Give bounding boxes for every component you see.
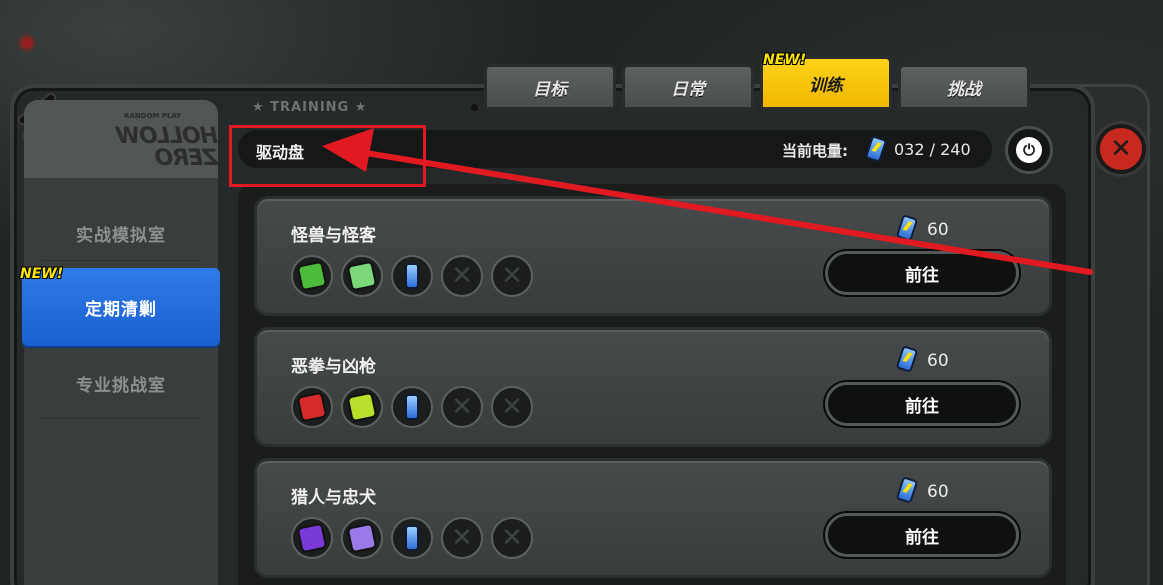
drive-disc-icon — [296, 391, 328, 423]
new-badge: NEW! — [20, 266, 64, 282]
reward-slot[interactable] — [391, 386, 433, 428]
empty-slot-icon: ✕ — [501, 261, 523, 291]
tab-goals[interactable]: 目标 — [484, 64, 616, 110]
energy-label: 当前电量: — [782, 142, 848, 160]
empty-slot-icon: ✕ — [501, 523, 523, 553]
reward-slot[interactable] — [391, 517, 433, 559]
close-icon: ✕ — [1110, 134, 1132, 164]
logo-subtitle: RANDOM PLAY — [124, 112, 182, 120]
go-button-label: 前往 — [905, 265, 939, 286]
tab-label: 训练 — [809, 75, 843, 96]
sidebar-item-label: 定期清剿 — [85, 299, 157, 320]
battery-icon — [895, 214, 919, 242]
battery-icon — [405, 263, 419, 289]
power-icon: ⏻ — [1016, 137, 1042, 163]
battery-icon — [405, 525, 419, 551]
battery-icon — [405, 394, 419, 420]
stage-cost: 60 — [927, 351, 949, 371]
empty-slot-icon: ✕ — [451, 523, 473, 553]
sidebar: RANDOM PLAY HOLLOW ZERO 实战模拟室 定期清剿 专业挑战室 — [22, 100, 220, 585]
stage-card: 猎人与忠犬 60 ✕ ✕ 前往 — [254, 458, 1052, 578]
reward-slot[interactable] — [291, 255, 333, 297]
decor-dot — [471, 104, 478, 111]
go-button-label: 前往 — [905, 527, 939, 548]
highlight-box — [229, 125, 426, 187]
reward-slot[interactable] — [291, 517, 333, 559]
sidebar-item-expert-challenge[interactable]: 专业挑战室 — [24, 344, 218, 422]
drive-disc-icon — [296, 522, 328, 554]
stage-card: 恶拳与凶枪 60 ✕ ✕ 前往 — [254, 327, 1052, 447]
empty-slot-icon: ✕ — [451, 392, 473, 422]
empty-slot-icon: ✕ — [451, 261, 473, 291]
reward-slot[interactable] — [341, 255, 383, 297]
close-button[interactable]: ✕ — [1096, 124, 1146, 174]
go-button[interactable]: 前往 — [825, 251, 1019, 295]
tab-label: 挑战 — [947, 79, 981, 100]
battery-icon — [895, 345, 919, 373]
drive-disc-icon — [346, 522, 378, 554]
tab-label: 目标 — [533, 79, 567, 100]
tab-daily[interactable]: 日常 — [622, 64, 754, 110]
power-button[interactable]: ⏻ — [1005, 126, 1053, 174]
drive-disc-icon — [346, 260, 378, 292]
stage-cost: 60 — [927, 220, 949, 240]
reward-slot-empty: ✕ — [441, 517, 483, 559]
reward-slot-empty: ✕ — [441, 386, 483, 428]
drive-disc-icon — [296, 260, 328, 292]
new-badge: NEW! — [763, 52, 807, 68]
stage-title: 猎人与忠犬 — [291, 488, 376, 508]
logo-title: HOLLOW ZERO — [116, 124, 218, 171]
reward-slot-empty: ✕ — [491, 255, 533, 297]
stage-cost: 60 — [927, 482, 949, 502]
reward-slot[interactable] — [341, 517, 383, 559]
reward-slot-empty: ✕ — [491, 386, 533, 428]
tab-label: 日常 — [671, 79, 705, 100]
section-label: ★ TRAINING ★ — [252, 100, 368, 115]
empty-slot-icon: ✕ — [501, 392, 523, 422]
drive-disc-icon — [346, 391, 378, 423]
sidebar-item-label: 实战模拟室 — [76, 225, 166, 246]
sidebar-logo: RANDOM PLAY HOLLOW ZERO — [24, 100, 218, 178]
stage-title: 怪兽与怪客 — [291, 226, 376, 246]
reward-slot[interactable] — [291, 386, 333, 428]
battery-icon — [895, 476, 919, 504]
background-blur-dot — [20, 36, 34, 50]
sidebar-item-label: 专业挑战室 — [76, 375, 166, 396]
go-button[interactable]: 前往 — [825, 382, 1019, 426]
reward-slot[interactable] — [341, 386, 383, 428]
stage-title: 恶拳与凶枪 — [291, 357, 376, 377]
reward-slot[interactable] — [391, 255, 433, 297]
stage-card: 怪兽与怪客 60 ✕ ✕ 前往 — [254, 196, 1052, 316]
go-button-label: 前往 — [905, 396, 939, 417]
divider — [42, 418, 202, 419]
reward-slot-empty: ✕ — [441, 255, 483, 297]
energy-value: 032 / 240 — [894, 140, 971, 159]
go-button[interactable]: 前往 — [825, 513, 1019, 557]
reward-slot-empty: ✕ — [491, 517, 533, 559]
tab-challenge[interactable]: 挑战 — [898, 64, 1030, 110]
divider — [42, 260, 202, 261]
